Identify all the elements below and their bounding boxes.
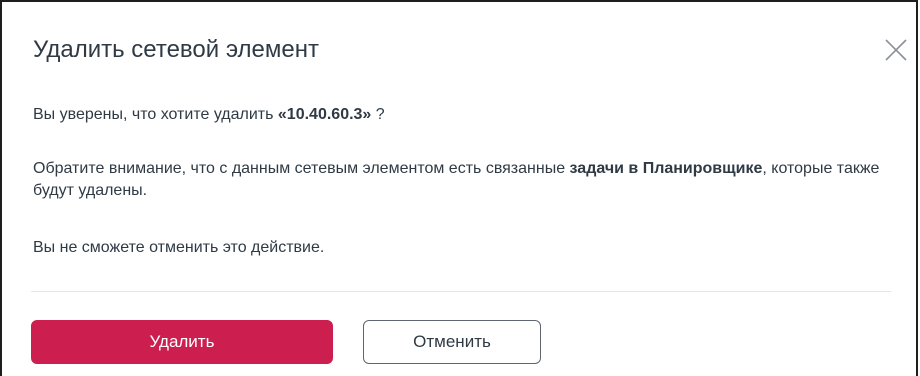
confirm-suffix: ? <box>371 106 385 123</box>
notice-prefix: Обратите внимание, что с данным сетевым … <box>33 160 570 177</box>
footer-divider <box>31 291 891 292</box>
dialog-title: Удалить сетевой элемент <box>33 36 319 63</box>
confirm-prefix: Вы уверены, что хотите удалить <box>33 106 278 123</box>
delete-network-element-dialog: Удалить сетевой элемент Вы уверены, что … <box>0 0 918 376</box>
delete-button[interactable]: Удалить <box>31 320 333 364</box>
confirm-message: Вы уверены, что хотите удалить «10.40.60… <box>33 104 883 126</box>
related-tasks-notice: Обратите внимание, что с данным сетевым … <box>33 158 883 202</box>
cancel-button[interactable]: Отменить <box>363 320 541 364</box>
close-icon <box>885 39 907 61</box>
scheduler-tasks-text: задачи в Планировщике <box>569 160 763 177</box>
target-element-name: «10.40.60.3» <box>277 106 372 123</box>
close-button[interactable] <box>885 39 907 61</box>
irreversible-warning: Вы не сможете отменить это действие. <box>33 239 325 256</box>
